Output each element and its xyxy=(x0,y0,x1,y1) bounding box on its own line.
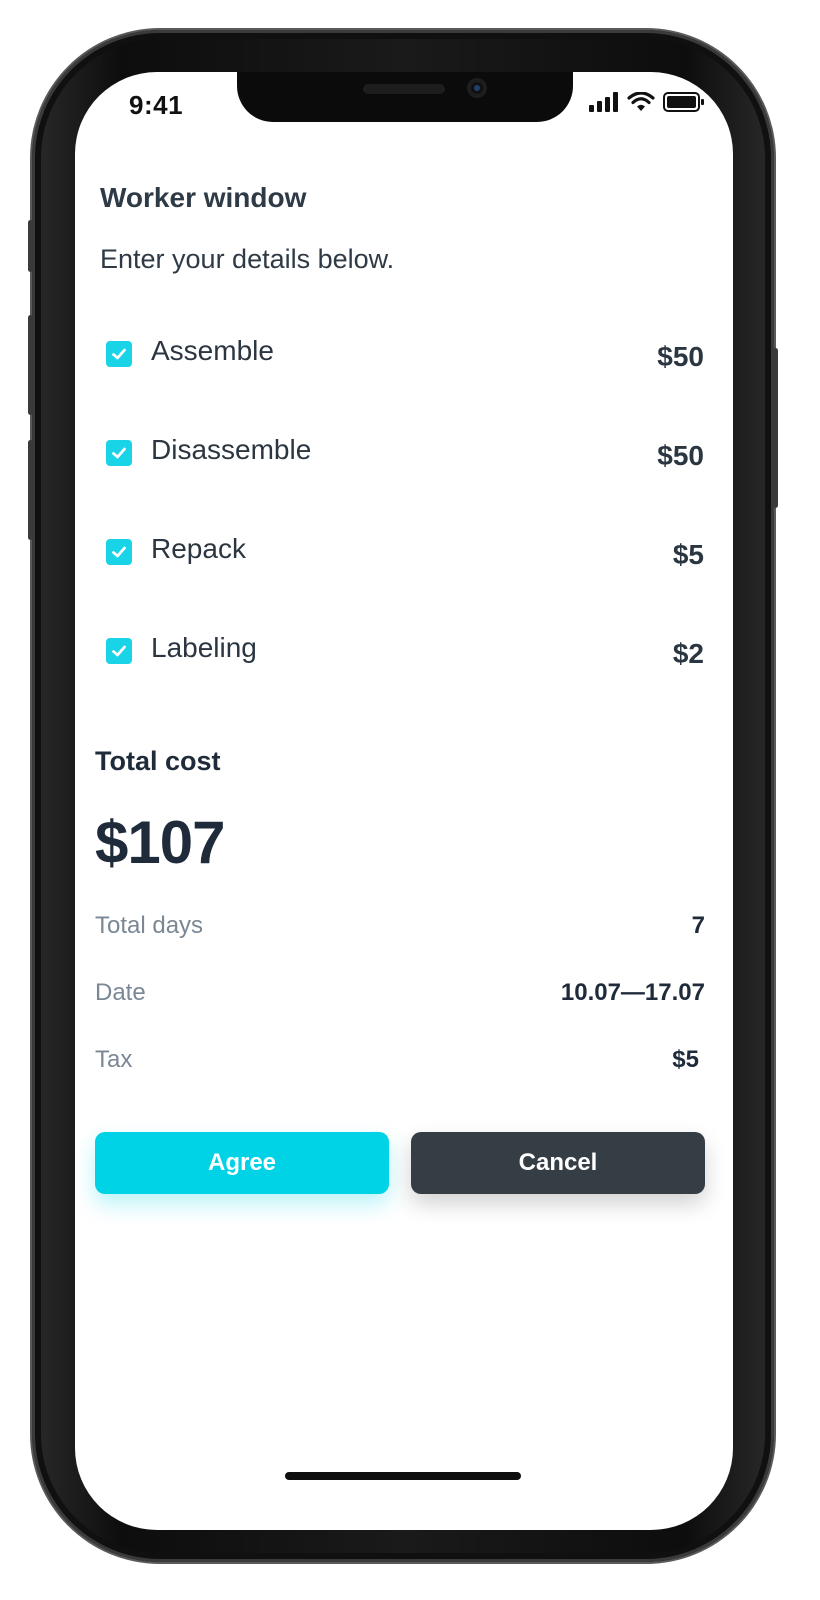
detail-label: Date xyxy=(95,979,146,1006)
checkmark-icon xyxy=(112,348,126,360)
detail-row-total-days: Total days 7 xyxy=(95,912,705,946)
service-checkbox[interactable] xyxy=(106,341,132,367)
service-row-assemble[interactable]: Assemble $50 xyxy=(106,335,704,385)
status-time: 9:41 xyxy=(129,90,184,120)
mute-switch xyxy=(28,220,33,272)
detail-value: $5 xyxy=(672,1046,699,1073)
service-label: Labeling xyxy=(151,632,257,663)
service-price: $50 xyxy=(657,440,704,471)
speaker-grille xyxy=(363,84,445,94)
battery-icon xyxy=(663,92,704,112)
service-label: Repack xyxy=(151,533,246,564)
service-checkbox[interactable] xyxy=(106,440,132,466)
checkmark-icon xyxy=(112,645,126,657)
service-label: Disassemble xyxy=(151,434,312,465)
service-price: $5 xyxy=(672,539,704,570)
page-subtitle: Enter your details below. xyxy=(100,244,395,274)
wifi-icon xyxy=(627,92,655,111)
service-price: $2 xyxy=(672,638,704,669)
service-label: Assemble xyxy=(151,335,274,366)
detail-value: 7 xyxy=(691,912,705,939)
service-row-disassemble[interactable]: Disassemble $50 xyxy=(106,434,704,484)
app-screen: 9:41 Worker window Enter your details be… xyxy=(75,72,733,1530)
home-indicator[interactable] xyxy=(285,1472,521,1480)
checkmark-icon xyxy=(112,447,126,459)
service-checkbox[interactable] xyxy=(106,539,132,565)
total-cost-value: $107 xyxy=(95,809,225,876)
total-cost-label: Total cost xyxy=(95,746,221,776)
service-price: $50 xyxy=(657,341,704,372)
checkmark-icon xyxy=(112,546,126,558)
page-title: Worker window xyxy=(100,182,307,213)
front-camera-icon xyxy=(467,78,487,98)
cellular-signal-icon xyxy=(589,92,618,112)
volume-up-button xyxy=(28,315,33,415)
notch xyxy=(237,72,573,122)
volume-down-button xyxy=(28,440,33,540)
cancel-button[interactable]: Cancel xyxy=(411,1132,705,1194)
power-button xyxy=(773,348,778,508)
service-row-repack[interactable]: Repack $5 xyxy=(106,533,704,583)
status-icons xyxy=(589,92,705,112)
detail-label: Total days xyxy=(95,912,204,939)
detail-label: Tax xyxy=(95,1046,133,1073)
detail-value: 10.07—17.07 xyxy=(560,979,705,1006)
service-row-labeling[interactable]: Labeling $2 xyxy=(106,632,704,682)
service-checkbox[interactable] xyxy=(106,638,132,664)
detail-row-tax: Tax $5 xyxy=(95,1046,705,1080)
agree-button[interactable]: Agree xyxy=(95,1132,389,1194)
detail-row-date: Date 10.07—17.07 xyxy=(95,979,705,1013)
